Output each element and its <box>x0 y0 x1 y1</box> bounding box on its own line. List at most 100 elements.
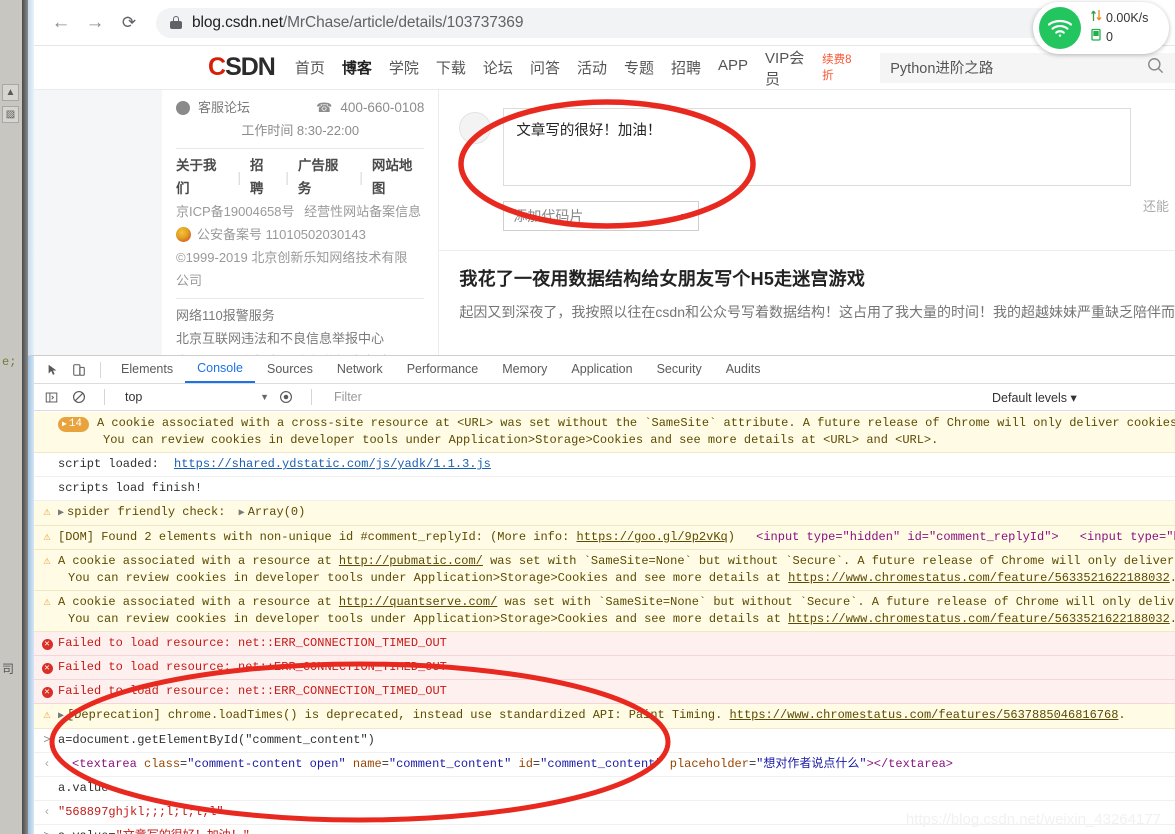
message-link[interactable]: https://shared.ydstatic.com/js/yadk/1.1.… <box>174 457 491 471</box>
log-levels-dropdown[interactable]: Default levels ▾ <box>992 390 1077 405</box>
tab-performance[interactable]: Performance <box>395 357 491 382</box>
site-search-input[interactable]: Python进阶之路 <box>890 57 993 78</box>
live-expression-icon[interactable] <box>275 386 297 408</box>
expand-triangle-icon[interactable]: ▶ <box>58 508 64 519</box>
report-link-1[interactable]: 网络110报警服务 <box>176 304 424 327</box>
message-count-badge: ▶ 14 <box>58 417 90 432</box>
nav-item-qa[interactable]: 问答 <box>530 57 560 78</box>
message-text: Failed to load resource: net::ERR_CONNEC… <box>58 636 447 650</box>
tab-security[interactable]: Security <box>645 357 714 382</box>
service-forum-link[interactable]: 客服论坛 <box>198 96 250 119</box>
icp-number: 京ICP备19004658号 <box>176 204 295 219</box>
console-message-log[interactable]: script loaded: https://shared.ydstatic.c… <box>34 453 1175 477</box>
html-attr-name: name <box>352 757 382 771</box>
back-button[interactable]: ← <box>44 6 78 40</box>
picture-icon[interactable]: ▨ <box>2 106 19 123</box>
html-tag-close: ></textarea> <box>866 757 953 771</box>
tab-elements[interactable]: Elements <box>109 357 185 382</box>
console-message-warning[interactable]: ⚠ ▶ spider friendly check: ▶ Array(0) <box>34 501 1175 526</box>
message-subtext-post: . <box>1170 571 1175 585</box>
filterbar-divider-2 <box>311 389 312 405</box>
network-speed-badge[interactable]: 0.00K/s 0 <box>1033 2 1169 54</box>
nav-item-home[interactable]: 首页 <box>295 57 325 78</box>
article-recommendation: 我花了一夜用数据结构给女朋友写个H5走迷宫游戏 起因又到深夜了，我按照以往在cs… <box>439 251 1175 322</box>
add-code-snippet-select[interactable]: 添加代码片 <box>503 201 700 231</box>
comment-column: 添加代码片 还能 我花了一夜用数据结构给女朋友写个H5走迷宫游戏 起因又到深夜了… <box>439 90 1175 355</box>
message-link[interactable]: http://pubmatic.com/ <box>339 554 483 568</box>
console-message-warning[interactable]: ⚠ A cookie associated with a resource at… <box>34 591 1175 632</box>
message-text: spider friendly check: <box>67 505 226 519</box>
execution-context-select[interactable]: top ▼ <box>119 390 269 404</box>
nav-item-activity[interactable]: 活动 <box>577 57 607 78</box>
message-link[interactable]: http://quantserve.com/ <box>339 595 497 609</box>
image-file-icon[interactable]: ▲ <box>2 84 19 101</box>
nav-item-jobs[interactable]: 招聘 <box>671 57 701 78</box>
console-sidebar-icon[interactable] <box>40 386 62 408</box>
comment-form: 添加代码片 <box>439 90 1175 231</box>
console-message-error[interactable]: ✕ Failed to load resource: net::ERR_CONN… <box>34 680 1175 704</box>
error-icon: ✕ <box>40 635 54 652</box>
console-message-error[interactable]: ✕ Failed to load resource: net::ERR_CONN… <box>34 632 1175 656</box>
message-text: Failed to load resource: net::ERR_CONNEC… <box>58 660 447 674</box>
tab-audits[interactable]: Audits <box>714 357 773 382</box>
article-title[interactable]: 我花了一夜用数据结构给女朋友写个H5走迷宫游戏 <box>459 265 1175 291</box>
inspect-element-icon[interactable] <box>40 357 66 383</box>
message-post: was set with `SameSite=None` but without… <box>490 554 1175 568</box>
smile-icon <box>176 100 190 115</box>
clear-console-icon[interactable] <box>68 386 90 408</box>
footer-link-about[interactable]: 关于我们 <box>176 154 229 200</box>
device-toolbar-icon[interactable] <box>66 357 92 383</box>
message-subtext-link[interactable]: https://www.chromestatus.com/feature/563… <box>788 571 1170 585</box>
site-search-box[interactable]: Python进阶之路 <box>880 52 1175 83</box>
message-link[interactable]: https://www.chromestatus.com/features/56… <box>730 708 1119 722</box>
console-message-warning[interactable]: ⚠ A cookie associated with a resource at… <box>34 550 1175 591</box>
nav-item-topic[interactable]: 专题 <box>624 57 654 78</box>
nav-item-blog[interactable]: 博客 <box>342 57 372 78</box>
url-domain: blog.csdn.net <box>192 13 283 31</box>
address-bar[interactable]: blog.csdn.net/MrChase/article/details/10… <box>156 7 1159 38</box>
console-messages[interactable]: ▶ 14 A cookie associated with a cross-site… <box>34 412 1175 834</box>
icp-extra[interactable]: 经营性网站备案信息 <box>304 204 421 219</box>
nav-item-download[interactable]: 下载 <box>436 57 466 78</box>
csdn-logo[interactable]: CSDN <box>208 55 276 80</box>
vip-membership-link[interactable]: VIP会员 续费8折 <box>765 47 862 89</box>
desktop-left-strip: ▲ ▨ e; 司 <box>0 0 22 834</box>
footer-link-ads[interactable]: 广告服务 <box>298 154 351 200</box>
console-message-warning[interactable]: ⚠ [DOM] Found 2 elements with non-unique… <box>34 526 1175 550</box>
message-subtext: You can review cookies in developer tool… <box>103 433 939 447</box>
message-subtext-link[interactable]: https://www.chromestatus.com/feature/563… <box>788 612 1170 626</box>
forward-button[interactable]: → <box>78 6 112 40</box>
console-message-log[interactable]: a.value <box>34 777 1175 801</box>
message-link[interactable]: https://goo.gl/9p2vKq <box>577 530 728 544</box>
screenshot-root: ▲ ▨ e; 司 ← → ⟳ blog.csdn.net/MrChase/art… <box>0 0 1175 834</box>
nav-item-forum[interactable]: 论坛 <box>483 57 513 78</box>
nav-item-app[interactable]: APP <box>718 57 748 78</box>
console-message-error[interactable]: ✕ Failed to load resource: net::ERR_CONN… <box>34 656 1175 680</box>
network-data-value: 0 <box>1106 30 1113 44</box>
nav-item-academy[interactable]: 学院 <box>389 57 419 78</box>
expand-triangle-icon[interactable]: ▶ <box>58 711 64 722</box>
input-arrow-icon: > <box>40 828 54 834</box>
tab-memory[interactable]: Memory <box>490 357 559 382</box>
console-message-warning[interactable]: ⚠ ▶ [Deprecation] chrome.loadTimes() is d… <box>34 704 1175 729</box>
console-filter-input[interactable]: Filter <box>326 390 976 404</box>
tab-application[interactable]: Application <box>559 357 644 382</box>
message-subtext-pre: You can review cookies in developer tool… <box>68 612 781 626</box>
chevron-down-icon <box>681 213 690 219</box>
comment-textarea[interactable] <box>503 108 1132 186</box>
footer-link-jobs[interactable]: 招聘 <box>250 154 276 200</box>
expand-triangle-icon[interactable]: ▶ <box>239 508 245 519</box>
console-message-log[interactable]: scripts load finish! <box>34 477 1175 501</box>
footer-sep-1: | <box>237 169 242 185</box>
tab-sources[interactable]: Sources <box>255 357 325 382</box>
report-link-2[interactable]: 北京互联网违法和不良信息举报中心 <box>176 327 424 350</box>
console-message-warning[interactable]: ▶ 14 A cookie associated with a cross-site… <box>34 412 1175 453</box>
tab-console[interactable]: Console <box>185 356 255 383</box>
tab-network[interactable]: Network <box>325 357 395 382</box>
reload-button[interactable]: ⟳ <box>112 6 146 40</box>
search-icon[interactable] <box>1146 56 1165 80</box>
watermark: https://blog.csdn.net/weixin_43264177 <box>905 811 1161 828</box>
footer-link-sitemap[interactable]: 网站地图 <box>372 154 425 200</box>
console-input-entry[interactable]: > a=document.getElementById("comment_con… <box>34 729 1175 753</box>
console-output-entry[interactable]: ‹ <textarea class="comment-content open"… <box>34 753 1175 777</box>
